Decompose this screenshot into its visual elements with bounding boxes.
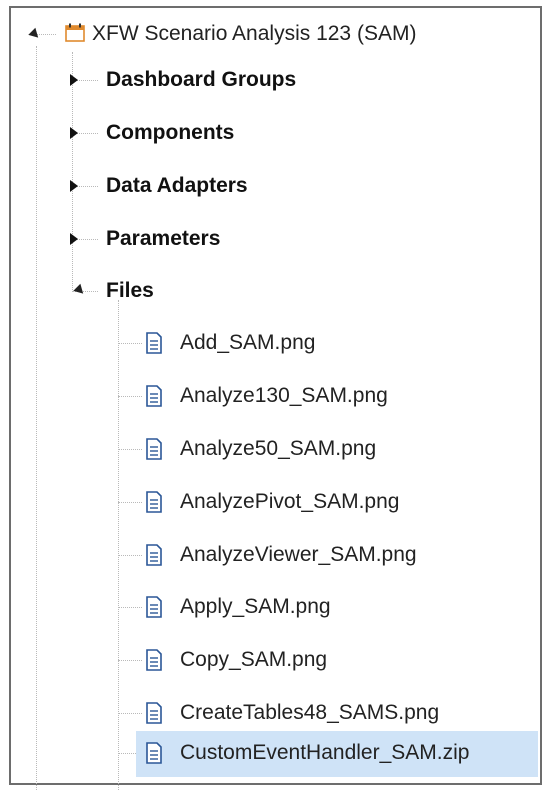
tree-file-row[interactable]: Copy_SAM.png [0, 643, 546, 677]
document-icon [145, 649, 163, 676]
tree-connector [118, 607, 142, 608]
folder-icon [64, 23, 86, 48]
tree-file-label: CustomEventHandler_SAM.zip [180, 741, 470, 764]
tree-connector [118, 753, 136, 754]
tree-connector [118, 660, 142, 661]
document-icon [145, 544, 163, 571]
tree-connector [118, 343, 142, 344]
tree-file-row[interactable]: Add_SAM.png [0, 326, 546, 360]
tree-file-label: Apply_SAM.png [180, 595, 331, 618]
tree-file-label: Copy_SAM.png [180, 648, 328, 671]
tree-file-label: Analyze50_SAM.png [180, 437, 377, 460]
tree-root-label: XFW Scenario Analysis 123 (SAM) [92, 22, 417, 45]
tree-file-row[interactable]: CreateTables48_SAMS.png [0, 696, 546, 730]
tree-group-label: Parameters [106, 227, 221, 250]
tree-group-row[interactable]: Dashboard Groups [0, 63, 546, 97]
expand-arrow-icon[interactable] [67, 73, 81, 87]
document-icon [145, 596, 163, 623]
tree-file-label: CreateTables48_SAMS.png [180, 701, 440, 724]
tree-connector [118, 555, 142, 556]
tree-group-label: Components [106, 121, 235, 144]
tree-group-label: Files [106, 279, 154, 302]
document-icon [145, 702, 163, 729]
document-icon [145, 332, 163, 359]
tree-connector [118, 713, 142, 714]
tree-connector [118, 502, 142, 503]
tree-file-row[interactable]: Apply_SAM.png [0, 590, 546, 624]
tree-group-row[interactable]: Files [0, 274, 546, 308]
tree-file-label: Add_SAM.png [180, 331, 316, 354]
tree-file-row-selected[interactable]: CustomEventHandler_SAM.zip [118, 731, 538, 777]
tree-group-row[interactable]: Parameters [0, 222, 546, 256]
tree-file-label: AnalyzeViewer_SAM.png [180, 543, 417, 566]
collapse-arrow-icon[interactable] [73, 283, 87, 297]
tree-group-row[interactable]: Components [0, 116, 546, 150]
expand-arrow-icon[interactable] [67, 232, 81, 246]
tree-file-label: Analyze130_SAM.png [180, 384, 388, 407]
tree-group-label: Data Adapters [106, 174, 248, 197]
tree-connector [118, 396, 142, 397]
expand-arrow-icon[interactable] [67, 179, 81, 193]
tree-file-row[interactable]: Analyze50_SAM.png [0, 432, 546, 466]
tree-group-label: Dashboard Groups [106, 68, 297, 91]
tree-connector [118, 449, 142, 450]
expand-arrow-icon[interactable] [67, 126, 81, 140]
tree-guide-root [36, 46, 37, 790]
document-icon [145, 491, 163, 518]
tree-file-row[interactable]: Analyze130_SAM.png [0, 379, 546, 413]
document-icon [145, 742, 163, 769]
document-icon [145, 385, 163, 412]
tree-group-row[interactable]: Data Adapters [0, 169, 546, 203]
tree-file-label: AnalyzePivot_SAM.png [180, 490, 400, 513]
document-icon [145, 438, 163, 465]
tree-file-row[interactable]: AnalyzePivot_SAM.png [0, 485, 546, 519]
collapse-arrow-icon[interactable] [28, 27, 42, 41]
tree-file-row[interactable]: AnalyzeViewer_SAM.png [0, 538, 546, 572]
